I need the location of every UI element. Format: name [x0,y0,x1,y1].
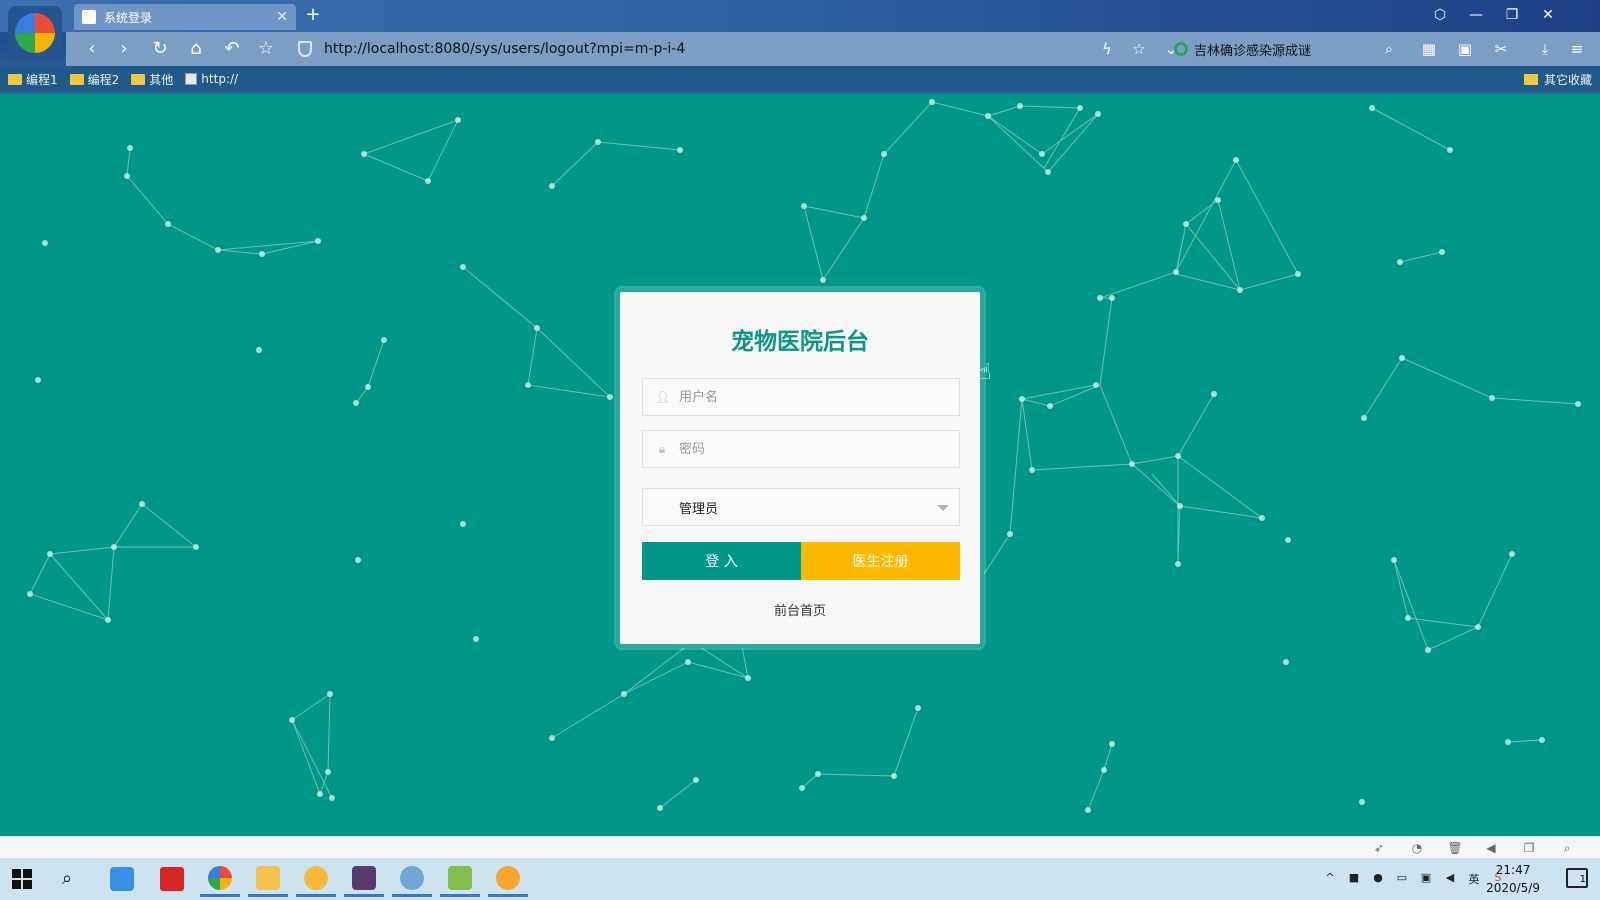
back-button[interactable]: ‹ [80,38,104,60]
battery-icon[interactable]: ▭ [1393,871,1411,887]
tray-app-icon[interactable]: ● [1369,871,1387,887]
search-icon[interactable]: ⌕ [1378,38,1400,60]
other-bookmarks[interactable]: 其它收藏 [1523,66,1592,92]
home-icon[interactable]: ⌂ [184,38,208,60]
login-title: 宠物医院后台 [731,329,869,355]
network-icon[interactable]: ▣ [1417,871,1435,887]
news-icon [1174,42,1188,56]
address-bar[interactable]: http://localhost:8080/sys/users/logout?m… [298,36,1168,62]
undo-close-icon[interactable]: ↶ [220,38,244,60]
scissors-icon[interactable]: ✂ [1490,38,1512,60]
user-icon: 👤︎ [655,390,671,404]
taskbar: ⌕ ^ ■ ● ▭ ▣ ◀ 英 S 21:47 2020/5/9 1 [0,858,1600,900]
clock-date: 2020/5/9 [1486,881,1540,895]
browser-chrome: 系统登录 ✕ + ⬡ — ❐ ✕ ‹ › ↻ ⌂ ↶ ☆ http://loca… [0,0,1600,94]
hand-cursor-icon: ☝ [978,360,992,385]
restore-button[interactable]: ❐ [1498,4,1526,26]
minimize-button[interactable]: — [1462,4,1490,26]
refresh-icon[interactable]: ↻ [148,38,172,60]
bookmarks-bar: 编程1 编程2 其他 http:// 其它收藏 [0,66,1600,92]
chevron-down-icon [937,505,949,511]
input-method-icon[interactable]: 英 [1465,871,1483,887]
apps-icon[interactable]: ▦ [1418,38,1440,60]
game-icon[interactable] [344,861,384,897]
browser-tab[interactable]: 系统登录 ✕ [74,4,296,30]
other-bookmarks-label: 其它收藏 [1543,72,1592,87]
accelerate-icon[interactable]: ◔ [1408,839,1426,857]
doctor-register-button[interactable]: 医生注册 [801,542,960,580]
menu-icon[interactable]: ≡ [1566,38,1588,60]
bookmark-item[interactable]: 其他 [131,71,173,88]
system-clock[interactable]: 21:47 2020/5/9 [1486,861,1540,897]
close-window-button[interactable]: ✕ [1534,4,1562,26]
bookmark-label: http:// [201,72,239,86]
search-icon[interactable]: ⌕ [62,868,72,889]
system-tray: ^ ■ ● ▭ ▣ ◀ 英 S [1318,858,1510,900]
tab-title: 系统登录 [104,10,153,25]
folder-icon [131,73,146,85]
taskbar-app-icon[interactable] [296,861,336,897]
news-text[interactable]: 吉林确诊感染源成谜 [1194,40,1311,59]
zoom-icon[interactable]: ⌕ [1558,839,1576,857]
bookmark-item[interactable]: 编程1 [8,71,58,88]
download-icon[interactable]: ⤓ [1534,38,1556,60]
trash-icon[interactable]: 🗑︎ [1446,839,1464,857]
bookmark-label: 其他 [149,72,174,87]
bookmark-item[interactable]: http:// [185,72,238,86]
bookmark-star-icon[interactable]: ☆ [1128,38,1150,60]
translate-icon[interactable]: ▣ [1454,38,1476,60]
rocket-icon[interactable]: ➶ [1370,839,1388,857]
role-selected-value: 管理员 [679,501,719,517]
clock-time: 21:47 [1495,863,1531,877]
taskbar-app-icon[interactable] [488,861,528,897]
navigation-bar: ‹ › ↻ ⌂ ↶ ☆ http://localhost:8080/sys/us… [66,32,1600,66]
password-input[interactable] [679,441,949,457]
notification-center-icon[interactable]: 1 [1566,868,1588,888]
username-field[interactable]: 👤︎ [642,378,960,416]
lock-icon: 🔒︎ [658,442,666,456]
skin-icon[interactable]: ⬡ [1426,4,1454,26]
bookmark-label: 编程2 [87,72,120,87]
file-explorer-icon[interactable] [248,861,288,897]
security-shield-icon [298,41,312,57]
volume-icon[interactable]: ◀ [1441,871,1459,887]
window-icon[interactable]: ❐ [1520,839,1538,857]
volume-icon[interactable]: ◀ [1482,839,1500,857]
favorite-star-icon[interactable]: ☆ [254,38,278,60]
folder-icon [1523,73,1538,85]
folder-icon [8,73,22,85]
tray-app-icon[interactable]: ■ [1345,871,1363,887]
browser-logo[interactable] [8,6,62,60]
taskbar-app-icon[interactable] [102,861,142,897]
notification-count: 1 [1579,874,1586,885]
forward-button[interactable]: › [112,38,136,60]
notepad-icon[interactable] [440,861,480,897]
login-card: 宠物医院后台 👤︎ 🔒︎ 管理员 登 入 医生注册 前台首页 [616,288,984,648]
bookmark-label: 编程1 [26,72,58,87]
lightning-icon[interactable]: ϟ [1096,38,1118,60]
password-field[interactable]: 🔒︎ [642,430,960,468]
close-tab-icon[interactable]: ✕ [276,9,288,25]
chevron-up-icon[interactable]: ^ [1321,871,1339,887]
frontend-home-link[interactable]: 前台首页 [620,600,980,619]
netease-music-icon[interactable] [152,861,192,897]
page-icon [185,73,198,85]
news-ticker[interactable]: 吉林确诊感染源成谜 [1174,36,1311,62]
taskbar-app-icon[interactable] [392,861,432,897]
url-text[interactable]: http://localhost:8080/sys/users/logout?m… [324,41,685,57]
windows-start-icon[interactable] [12,869,32,889]
username-input[interactable] [679,389,949,405]
new-tab-button[interactable]: + [302,4,324,26]
role-select[interactable]: 管理员 [642,488,960,526]
folder-icon [69,73,84,85]
browser-task-icon[interactable] [200,861,240,897]
browser-status-bar: ➶ ◔ 🗑︎ ◀ ❐ ⌕ [0,836,1600,858]
login-button[interactable]: 登 入 [642,542,801,580]
tab-favicon-icon [82,10,96,24]
bookmark-item[interactable]: 编程2 [69,71,120,88]
